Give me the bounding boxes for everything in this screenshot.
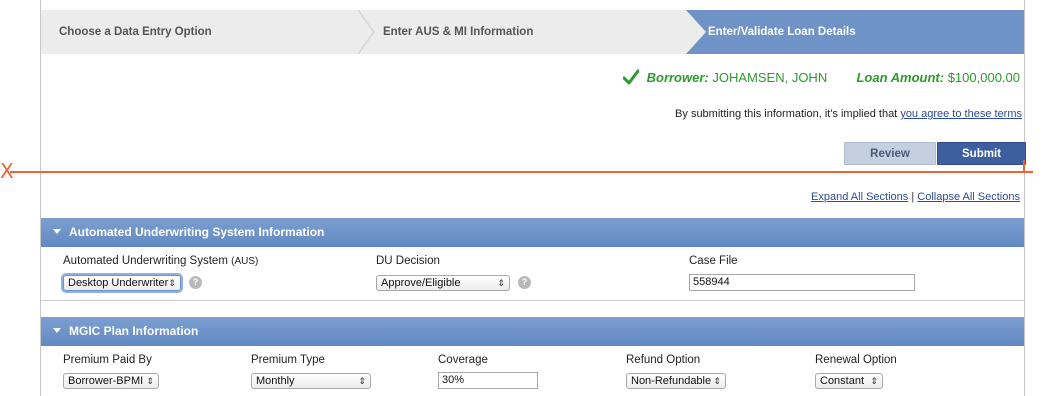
loan-amount-label: Loan Amount: [856, 70, 945, 85]
mgic-section-body: Premium Paid By Borrower-BPMI ⇕ Premium T… [41, 346, 1024, 396]
link-separator: | [911, 191, 915, 203]
annotation-pointer [1023, 160, 1025, 172]
step-separator-icon [357, 10, 375, 54]
borrower-label: Borrower: [646, 70, 709, 85]
section-toggle-links: Expand All Sections | Collapse All Secti… [811, 191, 1020, 203]
premium-paid-by-select[interactable]: Borrower-BPMI ⇕ [63, 373, 159, 389]
du-decision-select[interactable]: Approve/Eligible ⇕ [376, 275, 510, 291]
premium-paid-by-label: Premium Paid By [63, 354, 152, 366]
coverage-input[interactable]: 30% [438, 372, 538, 389]
help-icon[interactable]: ? [518, 276, 531, 289]
page-frame: Choose a Data Entry Option Enter AUS & M… [40, 0, 1026, 396]
step-enter-validate-loan: Enter/Validate Loan Details [708, 26, 856, 38]
premium-type-select[interactable]: Monthly ⇕ [251, 373, 371, 389]
collapse-all-link[interactable]: Collapse All Sections [917, 191, 1020, 203]
aus-section-body: Automated Underwriting System (AUS) Desk… [41, 247, 1024, 301]
aus-section-header[interactable]: Automated Underwriting System Informatio… [41, 218, 1024, 247]
du-decision-label: DU Decision [376, 255, 440, 267]
collapse-arrow-icon [53, 328, 61, 333]
terms-text: By submitting this information, it's imp… [675, 108, 898, 120]
refund-option-label: Refund Option [626, 354, 701, 366]
submit-button[interactable]: Submit [937, 142, 1026, 165]
terms-notice: By submitting this information, it's imp… [675, 108, 1022, 120]
case-file-input[interactable]: 558944 [689, 274, 915, 291]
refund-option-select[interactable]: Non-Refundable ⇕ [626, 373, 726, 389]
aus-select[interactable]: Desktop Underwriter ⇕ [63, 275, 181, 291]
coverage-label: Coverage [438, 354, 488, 366]
collapse-arrow-icon [53, 229, 61, 234]
progress-steps: Choose a Data Entry Option Enter AUS & M… [41, 10, 1024, 54]
step-choose-data-entry: Choose a Data Entry Option [59, 26, 212, 38]
checkmark-icon [622, 69, 639, 85]
aus-label: Automated Underwriting System (AUS) [63, 255, 259, 267]
loan-amount-value: $100,000.00 [947, 70, 1020, 85]
premium-type-label: Premium Type [251, 354, 325, 366]
mgic-section-title: MGIC Plan Information [69, 324, 199, 338]
renewal-option-select[interactable]: Constant ⇕ [815, 373, 883, 389]
terms-link[interactable]: you agree to these terms [900, 108, 1022, 120]
case-file-label: Case File [689, 255, 738, 267]
help-icon[interactable]: ? [189, 276, 202, 289]
aus-section-title: Automated Underwriting System Informatio… [69, 225, 325, 239]
step-active-notch-icon [686, 10, 706, 54]
borrower-name: JOHAMSEN, JOHN [712, 70, 828, 85]
mgic-section-header[interactable]: MGIC Plan Information [41, 317, 1024, 346]
review-button[interactable]: Review [844, 142, 936, 165]
step-enter-aus-mi: Enter AUS & MI Information [383, 26, 534, 38]
borrower-summary: Borrower: JOHAMSEN, JOHN Loan Amount: $1… [622, 69, 1020, 85]
expand-all-link[interactable]: Expand All Sections [811, 191, 908, 203]
renewal-option-label: Renewal Option [815, 354, 897, 366]
annotation-line [10, 171, 1033, 173]
